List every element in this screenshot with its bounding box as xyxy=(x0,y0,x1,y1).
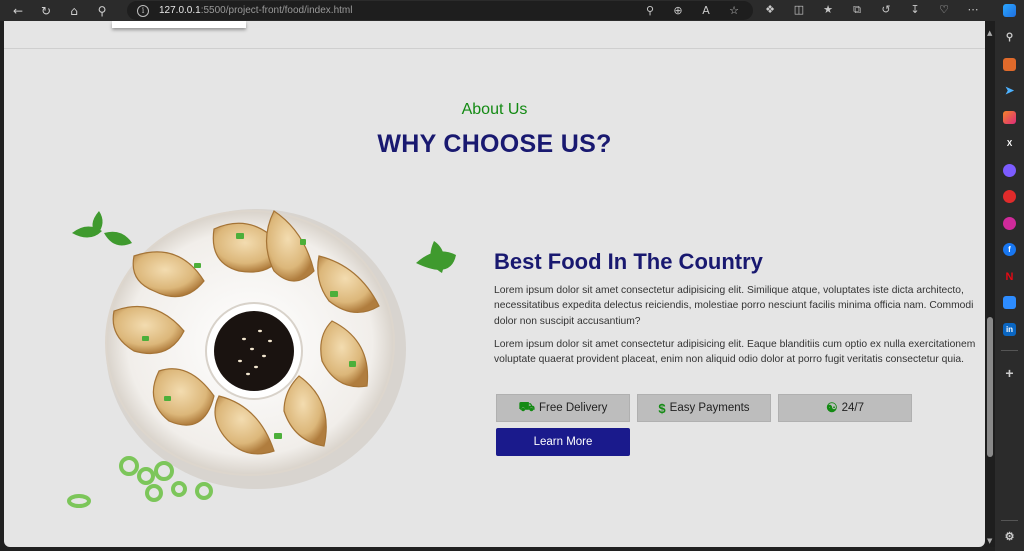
page-viewport: About Us WHY CHOOSE US? Best Food In The… xyxy=(4,21,985,547)
x-icon[interactable]: X xyxy=(1003,137,1016,150)
favorite-star-icon[interactable]: ☆ xyxy=(727,4,741,17)
truck-icon: ⛟ xyxy=(518,399,535,414)
sidebar-separator xyxy=(1001,350,1018,351)
dollar-icon: $ xyxy=(658,400,666,416)
headset-icon: ☯ xyxy=(825,400,838,415)
read-aloud-icon[interactable]: A xyxy=(699,4,713,17)
settings-gear-icon[interactable]: ⚙ xyxy=(1003,530,1016,543)
edge-sidebar: ⚲ ➤ X f N in + ⚙ xyxy=(995,0,1024,551)
instagram-icon[interactable] xyxy=(1003,111,1016,124)
scroll-down-icon[interactable]: ▼ xyxy=(987,537,992,545)
app-icon[interactable] xyxy=(1003,164,1016,177)
back-icon[interactable]: ← xyxy=(8,1,28,21)
history-icon[interactable]: ↺ xyxy=(879,3,893,17)
extensions-icon[interactable]: ❖ xyxy=(763,3,777,17)
feature-list: ⛟ Free Delivery $ Easy Payments ☯ 24/7 xyxy=(496,394,912,422)
collections-icon[interactable]: ⧉ xyxy=(850,3,864,17)
feature-free-delivery[interactable]: ⛟ Free Delivery xyxy=(496,394,630,422)
address-bar[interactable]: i 127.0.0.1:5500/project-front/food/inde… xyxy=(127,1,753,20)
feature-label: Easy Payments xyxy=(669,402,750,414)
shopping-icon[interactable] xyxy=(1003,58,1016,71)
dumplings-image xyxy=(67,209,456,508)
downloads-icon[interactable]: ↧ xyxy=(908,3,922,17)
messenger-icon[interactable] xyxy=(1003,217,1016,230)
key-icon[interactable]: ⚲ xyxy=(643,4,657,17)
search-icon[interactable]: ⚲ xyxy=(92,1,112,21)
search-icon[interactable]: ⚲ xyxy=(1003,31,1016,44)
linkedin-icon[interactable]: in xyxy=(1003,323,1016,336)
youtube-icon[interactable] xyxy=(1003,190,1016,203)
site-info-icon[interactable]: i xyxy=(137,4,149,17)
feature-label: Free Delivery xyxy=(538,402,608,414)
browser-toolbar: ← ↻ ⌂ ⚲ i 127.0.0.1:5500/project-front/f… xyxy=(0,0,1024,21)
about-paragraph-1: Lorem ipsum dolor sit amet consectetur a… xyxy=(494,285,974,327)
feature-label: 24/7 xyxy=(841,402,865,414)
add-icon[interactable]: + xyxy=(1003,365,1016,381)
about-content: Best Food In The Country Lorem ipsum dol… xyxy=(494,249,978,375)
facebook-icon[interactable]: f xyxy=(1003,243,1016,256)
copilot-icon[interactable] xyxy=(1003,4,1016,17)
url-text: 127.0.0.1:5500/project-front/food/index.… xyxy=(159,5,352,16)
split-screen-icon[interactable]: ◫ xyxy=(792,3,806,17)
learn-more-button[interactable]: Learn More xyxy=(496,428,630,456)
telegram-icon[interactable]: ➤ xyxy=(1003,84,1016,97)
about-paragraph-2: Lorem ipsum dolor sit amet consectetur a… xyxy=(494,338,976,366)
about-title: Best Food In The Country xyxy=(494,249,763,274)
header-card-edge xyxy=(112,21,246,28)
section-eyebrow: About Us xyxy=(461,101,528,118)
refresh-icon[interactable]: ↻ xyxy=(36,1,56,21)
health-icon[interactable]: ♡ xyxy=(937,3,951,17)
favorites-icon[interactable]: ★ xyxy=(821,3,835,17)
netflix-icon[interactable]: N xyxy=(1003,270,1016,283)
home-icon[interactable]: ⌂ xyxy=(64,1,84,21)
page-scrollbar[interactable]: ▲ ▼ xyxy=(985,21,995,547)
feature-24-7[interactable]: ☯ 24/7 xyxy=(778,394,912,422)
feature-easy-payments[interactable]: $ Easy Payments xyxy=(637,394,771,422)
scroll-up-icon[interactable]: ▲ xyxy=(987,29,992,37)
url-path: :5500/project-front/food/index.html xyxy=(200,5,353,16)
zoom-icon[interactable]: ⊕ xyxy=(671,4,685,17)
scroll-thumb[interactable] xyxy=(987,317,993,457)
zoom-app-icon[interactable] xyxy=(1003,296,1016,309)
more-icon[interactable]: ⋯ xyxy=(966,3,980,17)
url-host: 127.0.0.1 xyxy=(159,5,201,16)
section-heading: WHY CHOOSE US? xyxy=(377,130,612,158)
sidebar-separator xyxy=(1001,520,1018,521)
section-divider xyxy=(4,48,985,49)
